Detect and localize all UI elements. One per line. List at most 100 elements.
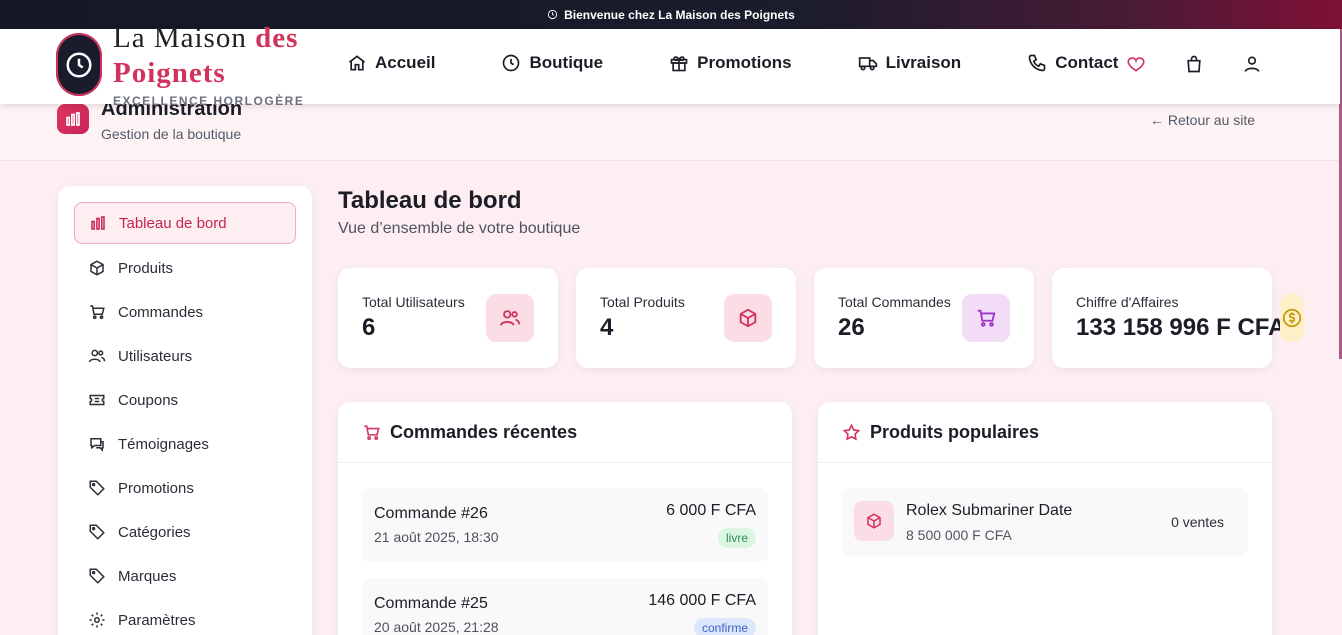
heart-icon[interactable] bbox=[1126, 54, 1146, 74]
nav-contact[interactable]: Contact bbox=[1027, 53, 1118, 73]
user-icon[interactable] bbox=[1242, 54, 1262, 74]
nav-label: Livraison bbox=[885, 53, 962, 72]
logo-clock-icon[interactable] bbox=[56, 33, 102, 96]
brand-name[interactable]: La Maison des Poignets bbox=[113, 21, 298, 91]
product-row[interactable]: Rolex Submariner Date 8 500 000 F CFA 0 … bbox=[842, 488, 1248, 556]
home-icon bbox=[347, 53, 367, 73]
tag-icon bbox=[88, 523, 106, 541]
stat-card-users: Total Utilisateurs 6 bbox=[338, 268, 558, 368]
stat-value: 26 bbox=[838, 314, 865, 341]
sidebar-item-commandes[interactable]: Commandes bbox=[58, 290, 312, 334]
sidebar-item-label: Catégories bbox=[118, 523, 191, 541]
panel-title: Produits populaires bbox=[870, 421, 1040, 442]
product-sales: 0 ventes bbox=[1171, 514, 1224, 530]
stat-value: 4 bbox=[600, 314, 614, 341]
stat-label: Chiffre d'Affaires bbox=[1076, 294, 1179, 310]
page-subtitle: Vue d’ensemble de votre boutique bbox=[338, 220, 581, 237]
nav-boutique[interactable]: Boutique bbox=[501, 53, 603, 73]
bar-chart-icon bbox=[89, 214, 107, 232]
admin-header: Administration Gestion de la boutique ← … bbox=[0, 98, 1340, 161]
sidebar-item-coupons[interactable]: Coupons bbox=[58, 378, 312, 422]
star-icon bbox=[842, 423, 861, 442]
stat-card-orders: Total Commandes 26 bbox=[814, 268, 1034, 368]
box-icon bbox=[854, 501, 894, 541]
order-amount: 146 000 F CFA bbox=[648, 592, 756, 609]
order-row[interactable]: Commande #25 20 août 2025, 21:28 146 000… bbox=[362, 578, 768, 635]
panel-header: Produits populaires bbox=[818, 402, 1272, 463]
sidebar-item-label: Paramètres bbox=[118, 611, 196, 629]
tag-icon bbox=[88, 479, 106, 497]
admin-subtitle: Gestion de la boutique bbox=[101, 126, 242, 142]
main-nav: Accueil Boutique Promotions Livraison Co… bbox=[347, 53, 1184, 73]
users-icon bbox=[88, 347, 106, 365]
order-date: 20 août 2025, 21:28 bbox=[374, 619, 499, 635]
admin-sidebar: Tableau de bord Produits Commandes Utili… bbox=[58, 186, 312, 635]
order-title: Commande #25 bbox=[374, 595, 488, 612]
nav-accueil[interactable]: Accueil bbox=[347, 53, 435, 73]
stat-card-products: Total Produits 4 bbox=[576, 268, 796, 368]
tag-icon bbox=[88, 567, 106, 585]
brand-name-part2: des bbox=[255, 22, 299, 54]
order-row[interactable]: Commande #26 21 août 2025, 18:30 6 000 F… bbox=[362, 488, 768, 562]
sidebar-item-categories[interactable]: Catégories bbox=[58, 510, 312, 554]
nav-label: Promotions bbox=[697, 53, 792, 72]
clock-icon bbox=[501, 53, 521, 73]
clock-icon bbox=[547, 9, 558, 20]
panel-header: Commandes récentes bbox=[338, 402, 792, 463]
chat-icon bbox=[88, 435, 106, 453]
sidebar-item-produits[interactable]: Produits bbox=[58, 246, 312, 290]
sidebar-item-label: Marques bbox=[118, 567, 177, 585]
sidebar-item-marques[interactable]: Marques bbox=[58, 554, 312, 598]
sidebar-item-promotions[interactable]: Promotions bbox=[58, 466, 312, 510]
shopping-bag-icon[interactable] bbox=[1184, 54, 1204, 74]
sidebar-item-label: Commandes bbox=[118, 303, 204, 321]
site-header: La Maison des Poignets EXCELLENCE HORLOG… bbox=[0, 22, 1340, 108]
header-actions bbox=[1126, 54, 1262, 74]
ticket-icon bbox=[88, 391, 106, 409]
phone-icon bbox=[1027, 53, 1047, 73]
product-price: 8 500 000 F CFA bbox=[906, 527, 1012, 543]
panel-title: Commandes récentes bbox=[390, 421, 578, 442]
nav-livraison[interactable]: Livraison bbox=[858, 53, 962, 73]
brand-name-part3: Poignets bbox=[113, 57, 226, 89]
nav-promotions[interactable]: Promotions bbox=[669, 53, 792, 73]
popular-products-panel: Produits populaires Rolex Submariner Dat… bbox=[818, 402, 1272, 635]
stat-value: 133 158 996 F CFA bbox=[1076, 314, 1286, 341]
status-badge: livre bbox=[717, 528, 756, 548]
bar-chart-icon bbox=[57, 104, 89, 134]
recent-orders-panel: Commandes récentes Commande #26 21 août … bbox=[338, 402, 792, 635]
sidebar-item-label: Produits bbox=[118, 259, 174, 277]
nav-label: Accueil bbox=[375, 53, 436, 72]
stat-label: Total Commandes bbox=[838, 294, 951, 310]
status-badge: confirme bbox=[693, 618, 756, 635]
gift-icon bbox=[669, 53, 689, 73]
box-icon bbox=[724, 294, 772, 342]
cart-icon bbox=[962, 294, 1010, 342]
brand-name-part1: La Maison bbox=[113, 22, 256, 54]
order-amount: 6 000 F CFA bbox=[666, 502, 756, 519]
stat-card-revenue: Chiffre d'Affaires 133 158 996 F CFA bbox=[1052, 268, 1304, 368]
order-title: Commande #26 bbox=[374, 505, 488, 522]
order-date: 21 août 2025, 18:30 bbox=[374, 529, 499, 545]
page-title: Tableau de bord bbox=[338, 187, 522, 214]
sidebar-item-utilisateurs[interactable]: Utilisateurs bbox=[58, 334, 312, 378]
stat-label: Total Produits bbox=[600, 294, 685, 310]
coin-icon bbox=[1280, 294, 1304, 342]
sidebar-item-label: Témoignages bbox=[118, 435, 209, 453]
sidebar-item-label: Coupons bbox=[118, 391, 179, 409]
sidebar-item-parametres[interactable]: Paramètres bbox=[58, 598, 312, 635]
users-icon bbox=[486, 294, 534, 342]
sidebar-item-dashboard[interactable]: Tableau de bord bbox=[74, 202, 296, 244]
sidebar-item-label: Utilisateurs bbox=[118, 347, 193, 365]
cart-icon bbox=[88, 303, 106, 321]
stat-label: Total Utilisateurs bbox=[362, 294, 465, 310]
cart-icon bbox=[362, 423, 381, 442]
stat-value: 6 bbox=[362, 314, 376, 341]
back-to-site-link[interactable]: ← Retour au site bbox=[1150, 112, 1255, 128]
nav-label: Contact bbox=[1055, 53, 1119, 72]
sidebar-item-label: Tableau de bord bbox=[119, 214, 227, 232]
announcement-text: Bienvenue chez La Maison des Poignets bbox=[564, 7, 795, 22]
gear-icon bbox=[88, 611, 106, 629]
sidebar-item-temoignages[interactable]: Témoignages bbox=[58, 422, 312, 466]
brand-tagline: EXCELLENCE HORLOGÈRE bbox=[113, 94, 305, 108]
